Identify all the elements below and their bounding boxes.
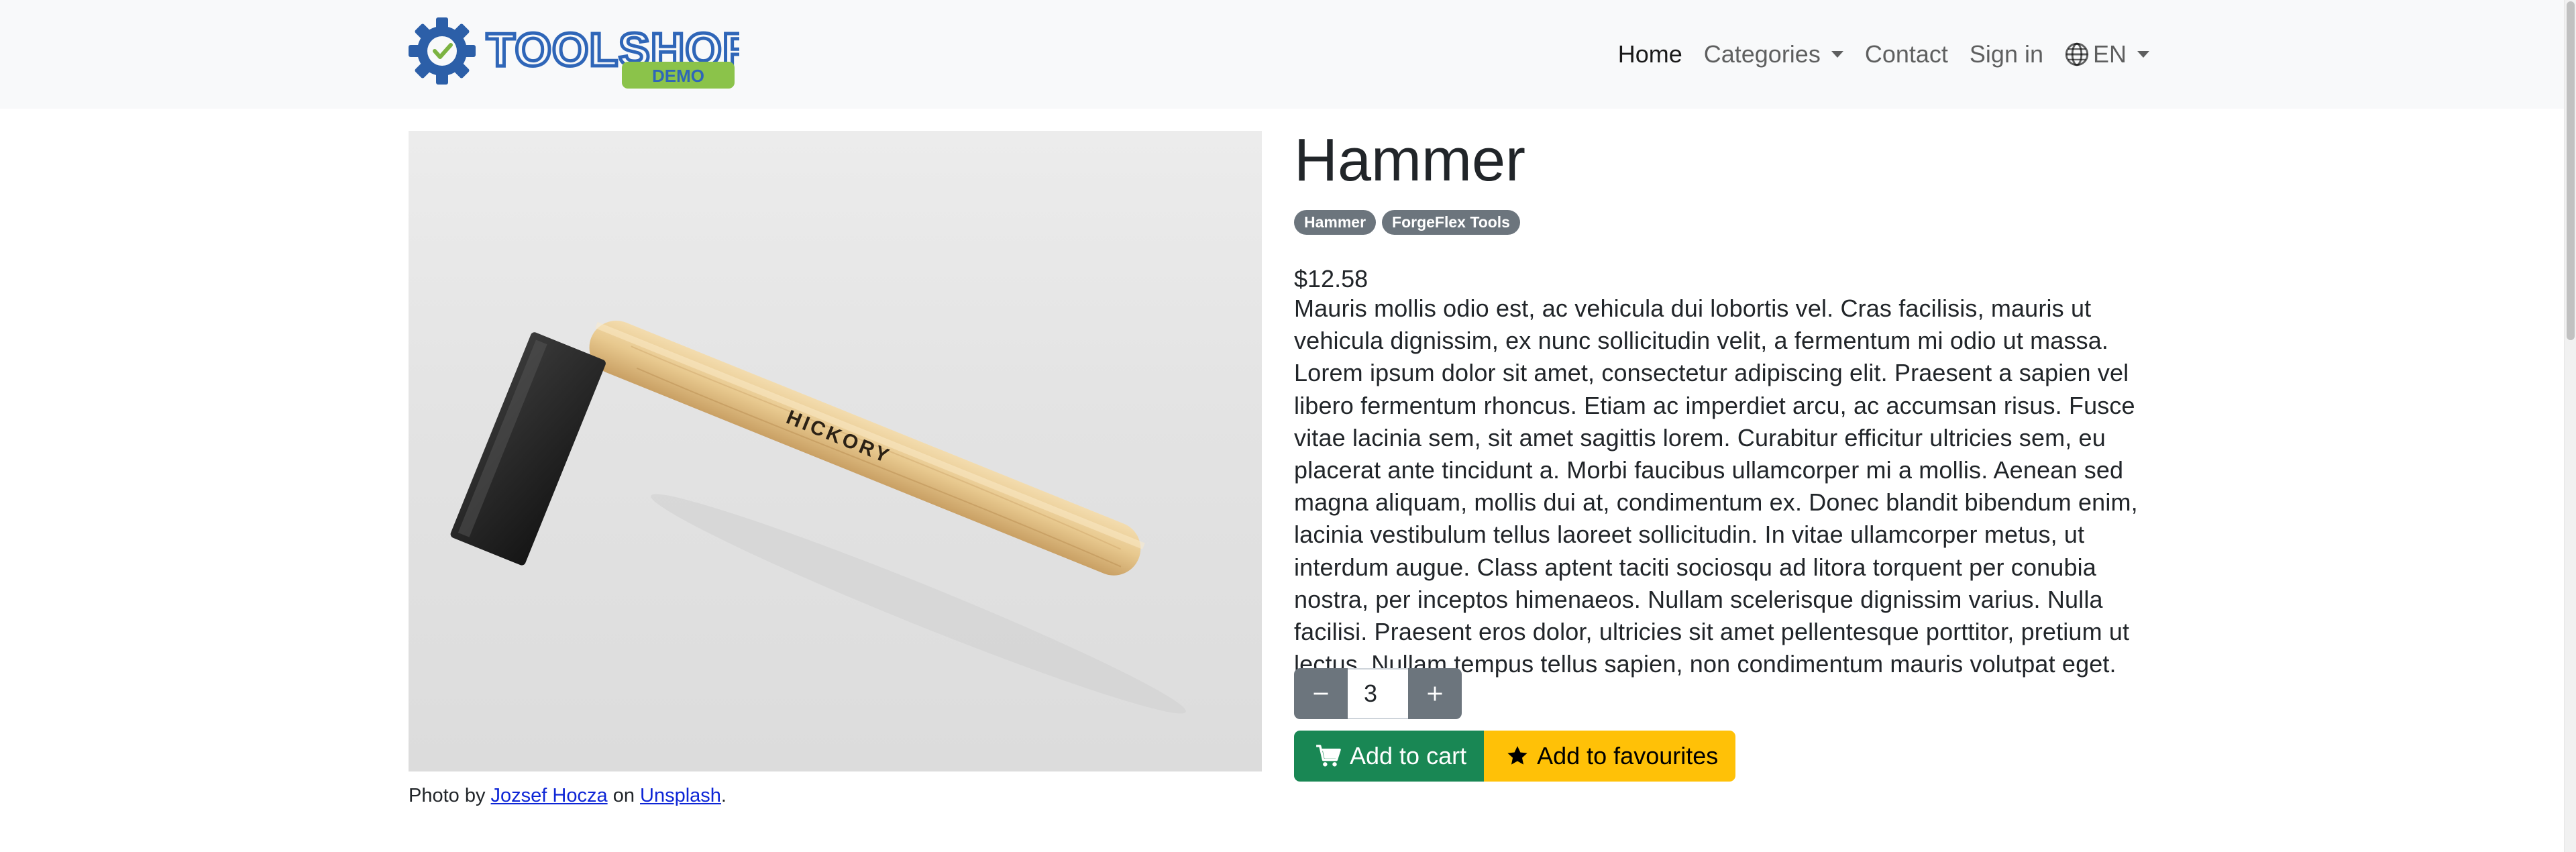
photo-author-link[interactable]: Jozsef Hocza (491, 785, 608, 806)
category-badge: Hammer (1294, 210, 1377, 235)
chevron-down-icon (2137, 51, 2149, 58)
nav-categories-label: Categories (1703, 40, 1821, 68)
product-description: Mauris mollis odio est, ac vehicula dui … (1294, 295, 2138, 678)
navbar: TOOLSHOP DEMO Home Categories Contact Si… (0, 0, 2564, 109)
unsplash-link[interactable]: Unsplash (640, 785, 721, 806)
brand-badge: ForgeFlex Tools (1382, 210, 1520, 235)
plus-icon (1428, 686, 1442, 701)
nav-home[interactable]: Home (1618, 40, 1682, 68)
product-image: HICKORY (409, 131, 1262, 771)
nav-sign-in[interactable]: Sign in (1970, 40, 2043, 68)
language-label: EN (2092, 40, 2127, 68)
nav-contact[interactable]: Contact (1865, 40, 1948, 68)
photo-credit-suffix: . (720, 785, 727, 806)
add-to-favourites-button[interactable]: Add to favourites (1484, 731, 1736, 782)
quantity-input[interactable]: 3 (1348, 668, 1408, 719)
add-to-cart-label: Add to cart (1350, 742, 1467, 769)
add-to-favourites-label: Add to favourites (1537, 742, 1719, 769)
nav-categories[interactable]: Categories (1704, 40, 1843, 68)
language-selector[interactable]: EN (2065, 40, 2149, 68)
toolshop-logo[interactable]: TOOLSHOP DEMO (407, 17, 739, 91)
quantity-stepper: 3 (1294, 668, 1462, 719)
minus-icon (1313, 692, 1328, 695)
scrollbar-thumb[interactable] (2567, 1, 2575, 340)
product-price: $12.58 (1294, 265, 1368, 292)
main-nav: Home Categories Contact Sign in EN (1618, 0, 2149, 109)
star-icon (1507, 746, 1527, 765)
increase-quantity-button[interactable] (1408, 668, 1462, 719)
decrease-quantity-button[interactable] (1294, 668, 1348, 719)
product-actions: Add to cart Add to favourites (1294, 731, 1736, 782)
hammer-photo: HICKORY (450, 321, 1186, 714)
gear-icon (409, 17, 476, 85)
product-title: Hammer (1294, 127, 1526, 194)
photo-credit-prefix: Photo by (409, 785, 486, 806)
add-to-cart-button[interactable]: Add to cart (1294, 731, 1485, 782)
photo-credit: Photo by Jozsef Hocza on Unsplash. (409, 785, 727, 807)
globe-icon (2065, 42, 2089, 66)
photo-credit-middle: on (612, 785, 635, 806)
product-badges: Hammer ForgeFlex Tools (1294, 210, 1520, 235)
cart-icon (1316, 745, 1341, 767)
page-scrollbar[interactable] (2564, 0, 2576, 852)
demo-tag: DEMO (652, 66, 704, 86)
chevron-down-icon (1831, 51, 1843, 58)
